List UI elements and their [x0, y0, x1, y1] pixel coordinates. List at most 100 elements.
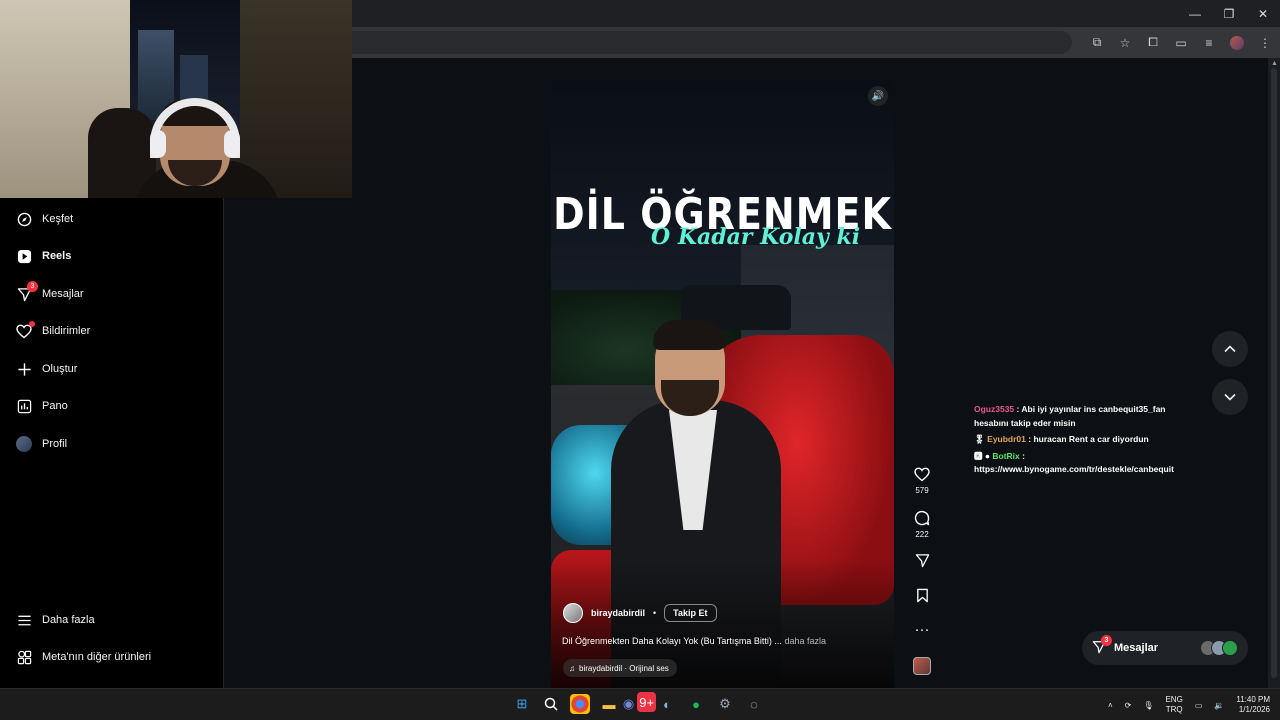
browser-profile-avatar[interactable] — [1230, 35, 1244, 50]
screen: — ❐ ✕ ⧉ ☆ ⧠ ▭ ≡ ⋮ ▲ Keşfet Reels 3 Mesaj… — [0, 0, 1280, 720]
messages-pill-badge: 3 — [1101, 634, 1112, 646]
reel-author-row: biraydabirdil • Takip Et — [563, 603, 717, 623]
clock[interactable]: 11:40 PM 1/1/2026 — [1236, 695, 1270, 715]
input-language[interactable]: ENG TRQ — [1165, 695, 1182, 715]
more-dots-icon[interactable]: ··· — [915, 622, 930, 638]
bookmark-star-icon[interactable]: ☆ — [1118, 36, 1132, 50]
sidebar-item-label: Pano — [42, 400, 68, 412]
settings-gear-icon[interactable]: ⚙ — [715, 694, 735, 714]
tray-chevron-up-icon[interactable]: ˄ — [1108, 701, 1113, 710]
like-count: 579 — [915, 486, 929, 495]
next-reel-button[interactable] — [1212, 379, 1248, 415]
reading-list-icon[interactable]: ≡ — [1202, 36, 1216, 50]
like-action[interactable]: 579 — [906, 467, 938, 495]
sidebar-item-label: Mesajlar — [42, 288, 84, 300]
messages-pill-label: Mesajlar — [1114, 642, 1159, 654]
taskbar-apps: ⊞ ▬ ◉ 9+ ◐ ● ⚙ ◌ — [512, 692, 764, 714]
restore-button[interactable]: ❐ — [1212, 0, 1246, 27]
caption-more-link[interactable]: daha fazla — [784, 636, 826, 646]
sidebar-item-label: Profil — [42, 438, 68, 450]
sidebar-item-label: Reels — [42, 250, 72, 262]
reel-caption: Dil Öğrenmekten Daha Kolayı Yok (Bu Tart… — [562, 636, 826, 646]
sidebar-item-daha-fazla[interactable]: Daha fazla — [16, 612, 95, 628]
separator-dot: • — [653, 608, 657, 618]
author-avatar[interactable] — [563, 603, 583, 623]
sidebar-item-olustur[interactable]: Oluştur — [16, 361, 77, 377]
messenger-icon: 3 — [16, 281, 38, 302]
bookmark-icon[interactable] — [916, 588, 929, 607]
sidebar-item-label: Bildirimler — [42, 325, 91, 337]
dashboard-icon — [16, 398, 32, 414]
chrome-icon[interactable] — [570, 694, 590, 714]
chat-username: BotRix — [992, 450, 1020, 461]
microphone-icon[interactable]: 🎙 — [1143, 701, 1153, 710]
sidebar-item-mesajlar[interactable]: 3 Mesajlar — [16, 281, 84, 302]
file-explorer-icon[interactable]: ▬ — [599, 694, 619, 714]
steam-icon[interactable]: ◐ — [657, 694, 677, 714]
scrollbar[interactable] — [1268, 58, 1280, 688]
minimize-button[interactable]: — — [1178, 0, 1212, 27]
search-icon[interactable] — [541, 694, 561, 714]
audio-label: biraydabirdil · Orijinal ses — [579, 663, 669, 673]
author-name[interactable]: biraydabirdil — [591, 608, 645, 618]
save-action[interactable] — [906, 588, 938, 607]
windows-start-icon[interactable]: ⊞ — [512, 694, 532, 714]
discord-badge: 9+ — [637, 692, 657, 712]
follow-button[interactable]: Takip Et — [664, 604, 717, 622]
reels-icon — [16, 248, 32, 264]
scroll-up-arrow-icon[interactable]: ▲ — [1271, 60, 1278, 67]
messages-badge: 3 — [27, 281, 38, 292]
chevron-down-icon — [1224, 393, 1236, 401]
sidebar-item-label: Meta'nın diğer ürünleri — [42, 651, 152, 663]
browser-toolbar-icons: ⧉ ☆ ⧠ ▭ ≡ ⋮ — [1090, 27, 1272, 58]
plus-icon — [16, 361, 32, 377]
heart-icon[interactable] — [914, 467, 930, 486]
comment-action[interactable]: 222 — [906, 510, 938, 539]
scrollbar-thumb[interactable] — [1271, 68, 1277, 678]
window-controls: — ❐ ✕ — [1178, 0, 1280, 27]
sidebar: Keşfet Reels 3 Mesajlar Bildirimler Oluş… — [0, 198, 224, 688]
chat-username: Eyubdr01 — [987, 434, 1026, 444]
caption-text: Dil Öğrenmekten Daha Kolayı Yok (Bu Tart… — [562, 636, 782, 646]
chat-message: Oguz3535 : Abi iyi yayınlar ins canbequi… — [974, 403, 1184, 430]
audio-thumbnail[interactable] — [913, 657, 931, 675]
previous-reel-button[interactable] — [1212, 331, 1248, 367]
comment-icon[interactable] — [914, 510, 930, 530]
message-avatars — [1200, 640, 1238, 656]
reel-title-line2: O Kadar Kolay ki — [651, 224, 861, 250]
windows-taskbar: ⊞ ▬ ◉ 9+ ◐ ● ⚙ ◌ ˄ ⟳ 🎙 ENG TRQ ▭ 🔉 11:40 … — [0, 688, 1280, 720]
sidebar-item-reels[interactable]: Reels — [16, 248, 71, 264]
music-note-icon: ♫ — [569, 663, 575, 673]
spotify-icon[interactable]: ● — [686, 694, 706, 714]
menu-icon — [16, 612, 32, 628]
audio-pill[interactable]: ♫ biraydabirdil · Orijinal ses — [563, 659, 677, 677]
stream-chat-overlay: Oguz3535 : Abi iyi yayınlar ins canbequi… — [974, 403, 1184, 480]
volume-icon[interactable]: 🔊 — [868, 86, 888, 106]
sync-icon[interactable]: ⟳ — [1125, 701, 1132, 710]
browser-menu-icon[interactable]: ⋮ — [1258, 36, 1272, 50]
extensions-icon[interactable]: ⧠ — [1146, 35, 1160, 50]
sidebar-item-bildirimler[interactable]: Bildirimler — [16, 321, 91, 339]
close-window-button[interactable]: ✕ — [1246, 0, 1280, 27]
chat-username: Oguz3535 — [974, 404, 1015, 414]
share-action[interactable] — [906, 553, 938, 572]
install-app-icon[interactable]: ⧉ — [1090, 35, 1104, 50]
sidebar-item-profil[interactable]: Profil — [16, 436, 67, 452]
webcam-overlay — [0, 0, 352, 198]
app-icon[interactable]: ◌ — [744, 694, 764, 714]
reel-video[interactable]: DİL ÖĞRENMEK O Kadar Kolay ki 🔊 biraydab… — [551, 80, 894, 688]
volume-icon[interactable]: 🔉 — [1214, 701, 1224, 710]
profile-avatar — [16, 436, 32, 452]
sidebar-item-meta-products[interactable]: Meta'nın diğer ürünleri — [16, 649, 151, 665]
sidepanel-icon[interactable]: ▭ — [1174, 36, 1188, 50]
share-icon[interactable] — [915, 553, 930, 572]
network-icon[interactable]: ▭ — [1195, 701, 1203, 710]
address-bar[interactable] — [352, 31, 1072, 54]
compass-icon — [16, 211, 32, 227]
meta-products-icon — [16, 649, 32, 665]
sidebar-item-pano[interactable]: Pano — [16, 398, 68, 414]
discord-icon[interactable]: ◉ 9+ — [623, 692, 657, 714]
messages-pill-button[interactable]: 3 Mesajlar — [1082, 631, 1248, 665]
more-options-action[interactable]: ··· — [906, 622, 938, 638]
sidebar-item-kesfet[interactable]: Keşfet — [16, 211, 73, 227]
